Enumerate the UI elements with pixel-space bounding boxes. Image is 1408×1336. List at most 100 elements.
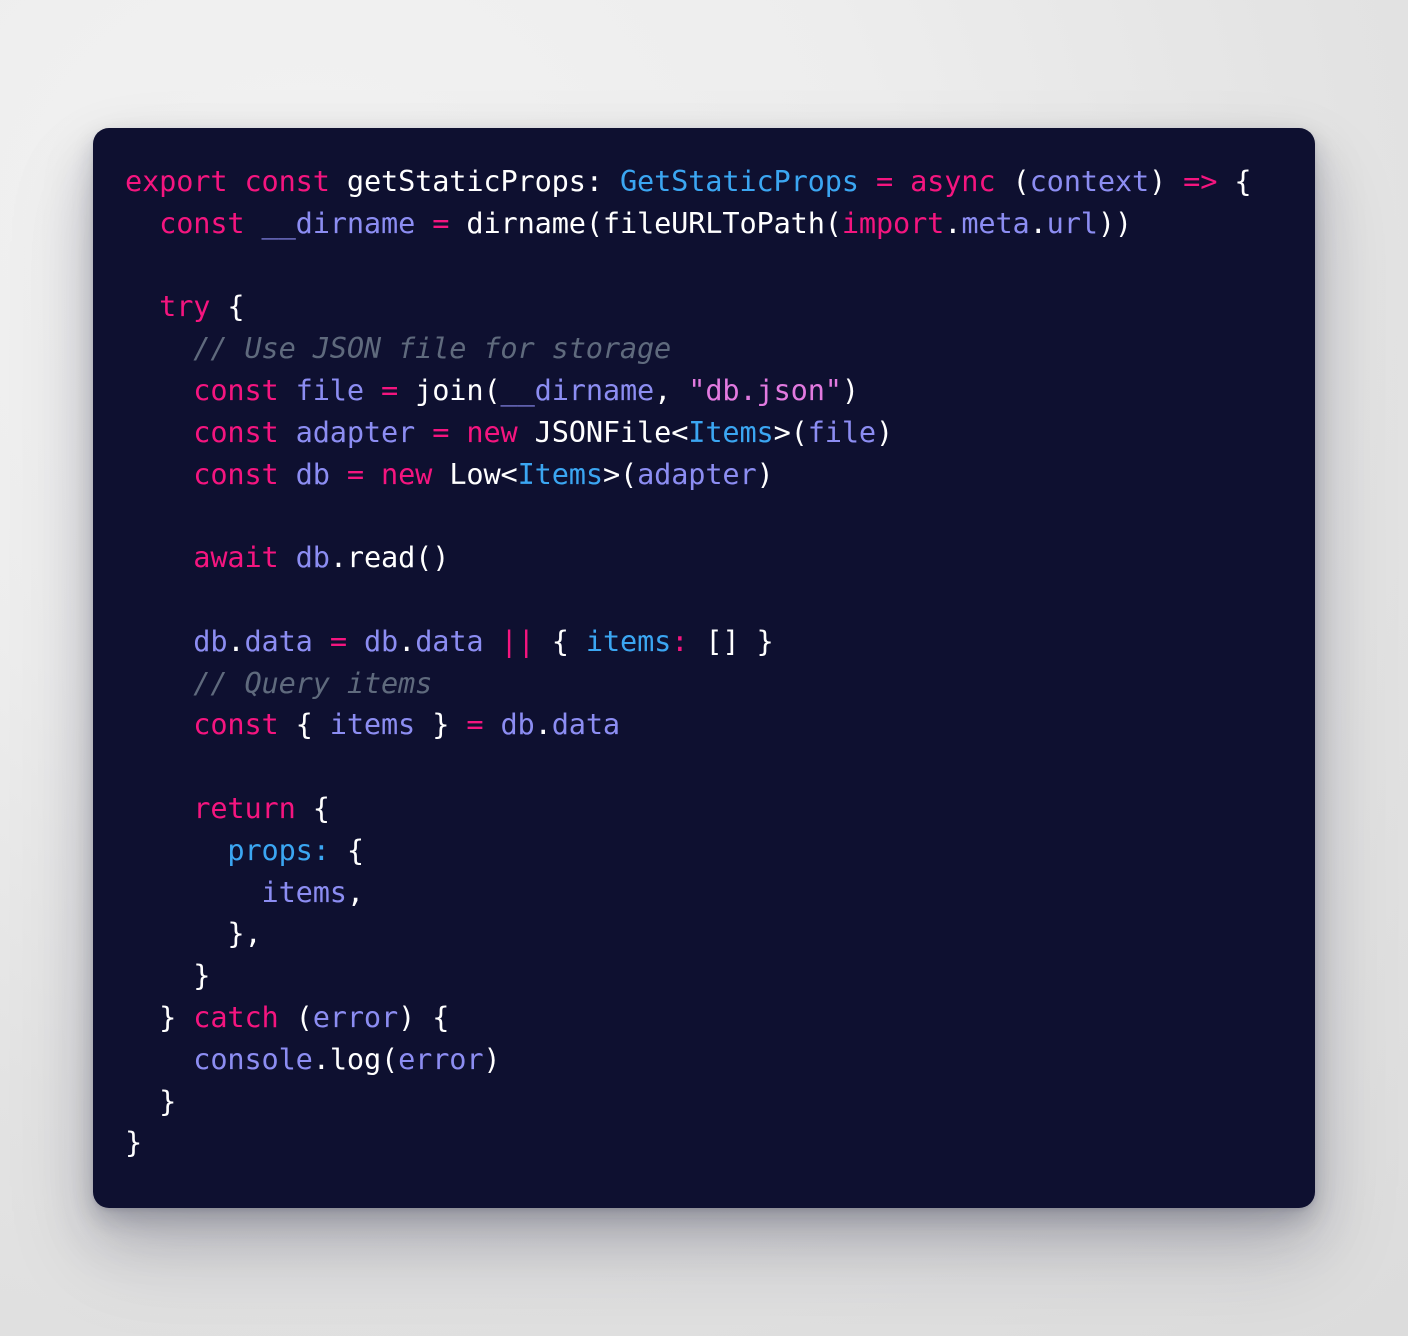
code-token-plain: } [125, 958, 211, 993]
code-token-var: adapter [295, 414, 416, 449]
code-token-plain: ( [278, 999, 313, 1034]
code-token-plain: () [415, 540, 450, 575]
code-token-plain: dirname [466, 205, 586, 240]
code-block[interactable]: export const getStaticProps: GetStaticPr… [125, 161, 1315, 1164]
code-token-kw: const [193, 372, 279, 407]
code-token-kw: try [159, 289, 211, 324]
code-token-var: error [312, 999, 399, 1034]
code-line: return { [125, 788, 1315, 830]
code-token-plain: ) [841, 372, 859, 407]
code-line: const file = join(__dirname, "db.json") [125, 370, 1315, 412]
code-token-plain: . [534, 707, 552, 742]
code-token-kw: : [671, 623, 689, 658]
code-token-kw: return [193, 790, 296, 825]
code-token-kw: => [1183, 164, 1218, 198]
code-token-type: Items [517, 456, 603, 491]
code-token-type: items [585, 623, 672, 658]
code-token-plain: log [329, 1041, 382, 1076]
code-line: } catch (error) { [125, 997, 1315, 1039]
code-token-plain: . [312, 1041, 330, 1076]
code-token-var: adapter [637, 456, 757, 491]
code-token-var: file [807, 414, 876, 449]
code-line: await db.read() [125, 537, 1315, 579]
code-token-kw: || [500, 623, 535, 658]
code-token-type: GetStaticProps [619, 164, 859, 198]
code-token-plain: ( [824, 205, 842, 240]
code-token-plain: fileURLToPath [602, 205, 825, 240]
code-token-plain: ( [585, 205, 603, 240]
code-line: const { items } = db.data [125, 704, 1315, 746]
code-line: // Use JSON file for storage [125, 328, 1315, 370]
code-token-plain: )) [1097, 205, 1132, 240]
code-token-plain: } [125, 999, 194, 1034]
code-line: const __dirname = dirname(fileURLToPath(… [125, 203, 1315, 245]
code-line: console.log(error) [125, 1039, 1315, 1081]
code-token-plain: read [346, 540, 416, 575]
code-token-plain: { [210, 289, 245, 324]
code-token-var: data [244, 623, 313, 658]
code-token-var: __dirname [261, 205, 416, 240]
code-token-var: db [363, 623, 399, 658]
code-token-plain: < [671, 414, 689, 449]
code-token-kw: const [193, 414, 279, 449]
code-token-plain: < [500, 456, 518, 491]
code-token-kw: async [910, 164, 996, 198]
code-token-plain: Low [449, 456, 501, 491]
code-token-var: file [295, 372, 364, 407]
code-token-plain: ( [381, 1041, 399, 1076]
code-line: const db = new Low<Items>(adapter) [125, 454, 1315, 496]
code-token-kw: await [193, 540, 279, 575]
code-token-plain: [] } [688, 623, 774, 658]
code-token-plain: { [1217, 164, 1252, 198]
code-line: db.data = db.data || { items: [] } [125, 621, 1315, 663]
code-line: } [125, 1122, 1315, 1164]
code-token-var: __dirname [500, 372, 655, 407]
code-token-string: "db.json" [688, 372, 842, 407]
code-token-kw: export [125, 164, 228, 198]
code-token-plain: . [227, 623, 245, 658]
code-token-kw: new [466, 414, 518, 449]
code-token-var: error [398, 1041, 484, 1076]
code-line: } [125, 1081, 1315, 1123]
code-line: } [125, 955, 1315, 997]
code-token-var: console [193, 1041, 313, 1076]
code-token-plain: >( [773, 414, 808, 449]
code-token-kw: = [466, 707, 484, 742]
screenshot-stage: export const getStaticProps: GetStaticPr… [0, 0, 1408, 1336]
code-token-plain: : [585, 164, 620, 198]
code-token-plain: { [295, 790, 330, 825]
code-token-plain: { [278, 707, 330, 742]
code-token-plain: }, [125, 916, 262, 951]
code-line: try { [125, 286, 1315, 328]
code-token-kw: = [346, 456, 364, 491]
code-token-var: data [415, 623, 484, 658]
code-token-kw: const [244, 164, 330, 198]
